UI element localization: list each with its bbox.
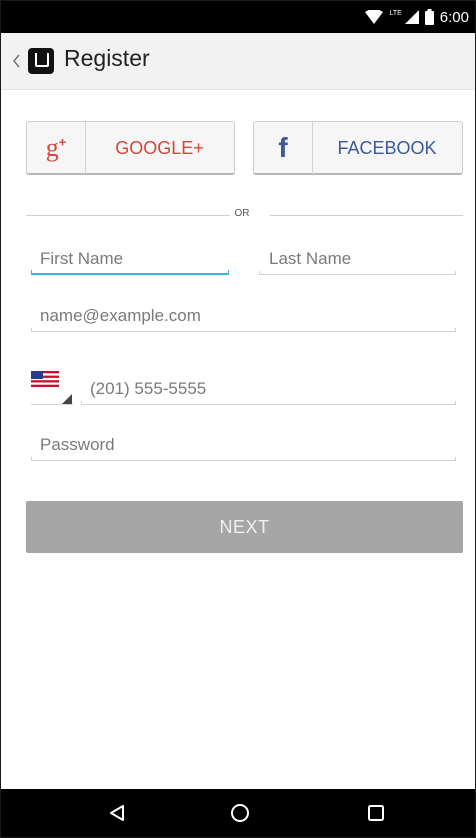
facebook-button[interactable]: f FACEBOOK	[253, 121, 463, 175]
last-name-field[interactable]: Last Name	[259, 245, 456, 275]
google-plus-button[interactable]: g+ GOOGLE+	[26, 121, 235, 175]
first-name-placeholder: First Name	[40, 249, 124, 268]
battery-icon	[424, 9, 434, 25]
uber-logo-icon	[28, 48, 54, 74]
next-button[interactable]: NEXT	[26, 501, 463, 553]
phone-field[interactable]: (201) 555-5555	[81, 375, 456, 405]
facebook-label: FACEBOOK	[337, 137, 437, 158]
phone-placeholder: (201) 555-5555	[90, 379, 207, 398]
divider-line-left	[26, 215, 230, 216]
facebook-icon: f	[254, 122, 313, 174]
us-flag-icon[interactable]	[31, 371, 59, 387]
password-field[interactable]: Password	[31, 431, 456, 461]
status-icons: LTE 6:00	[365, 1, 469, 33]
home-circle-icon[interactable]	[228, 801, 252, 825]
chevron-left-icon[interactable]	[11, 49, 25, 73]
app-bar: Register	[1, 33, 475, 90]
or-divider-label: OR	[234, 208, 250, 219]
page-title: Register	[64, 45, 150, 71]
google-plus-icon: g+	[27, 122, 86, 174]
status-bar: LTE 6:00	[1, 1, 475, 33]
wifi-icon	[365, 10, 384, 24]
back-triangle-icon[interactable]	[105, 801, 129, 825]
network-type-label: LTE	[389, 9, 402, 17]
google-plus-label: GOOGLE+	[115, 137, 204, 158]
register-screen: LTE 6:00 Register g+ GOOGLE+ f FACEBOOK …	[0, 0, 476, 838]
recents-square-icon[interactable]	[364, 801, 388, 825]
first-name-field[interactable]: First Name	[31, 245, 229, 275]
last-name-placeholder: Last Name	[269, 249, 352, 268]
country-selector-underline	[31, 404, 73, 405]
navigation-bar	[1, 789, 475, 837]
signal-icon	[404, 10, 419, 24]
email-field[interactable]: name@example.com	[31, 302, 456, 332]
divider-line-right	[270, 215, 463, 216]
status-time: 6:00	[439, 8, 469, 26]
password-placeholder: Password	[40, 435, 115, 454]
email-placeholder: name@example.com	[40, 306, 201, 325]
